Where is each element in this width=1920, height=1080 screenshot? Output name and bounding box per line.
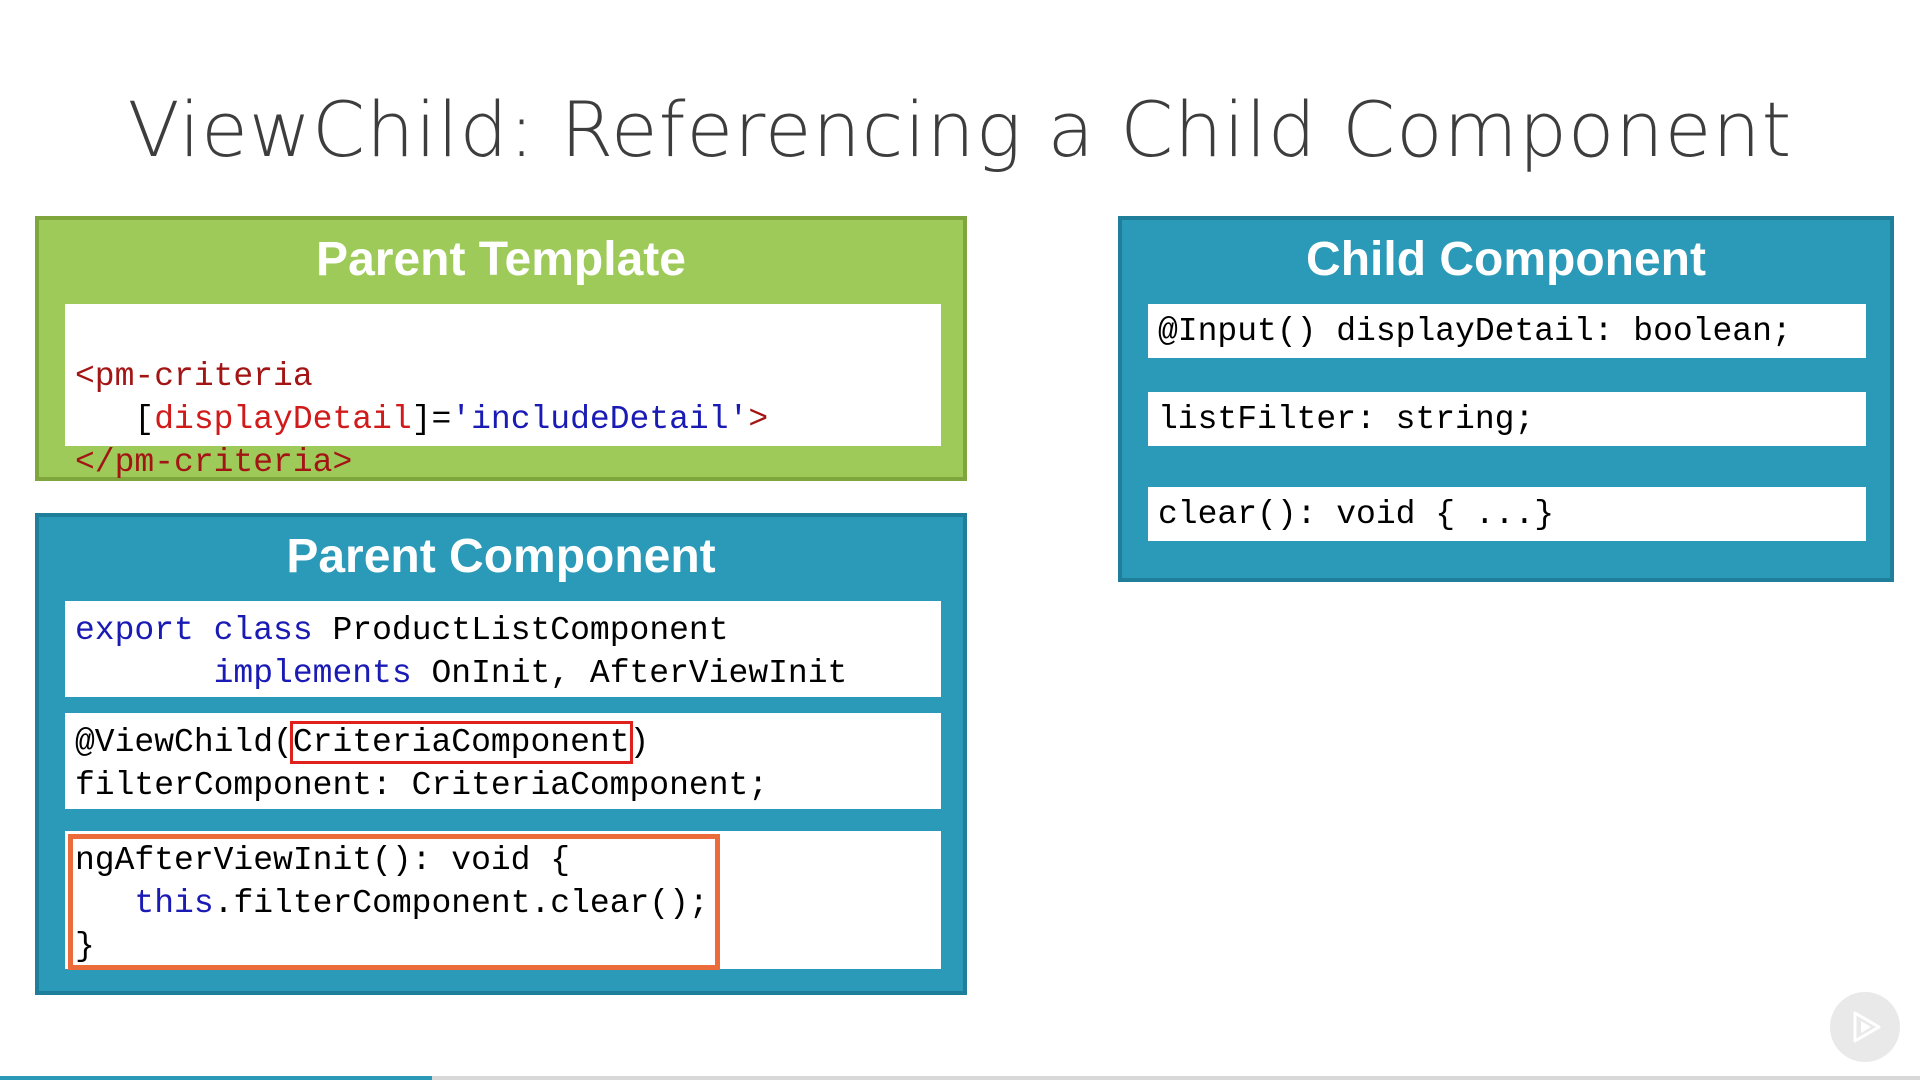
attr-equals: ]=: [411, 401, 452, 438]
ngafterviewinit-highlight-box: [68, 834, 720, 970]
parent-component-heading: Parent Component: [286, 530, 716, 583]
child-component-heading: Child Component: [1306, 233, 1706, 286]
input-display-detail: @Input() displayDetail: boolean;: [1158, 313, 1792, 350]
parent-template-panel: Parent Template <pm-criteria [displayDet…: [35, 216, 967, 481]
viewchild-close-paren: ): [629, 724, 650, 761]
class-declaration-code: export class ProductListComponent implem…: [65, 601, 941, 697]
interfaces: OnInit, AfterViewInit: [411, 655, 848, 692]
play-button[interactable]: [1830, 992, 1900, 1062]
viewchild-decorator: @ViewChild(: [75, 724, 293, 761]
attr-indent: [: [75, 401, 155, 438]
parent-component-panel: Parent Component export class ProductLis…: [35, 513, 967, 995]
class-keyword: class: [213, 612, 313, 649]
child-listfilter-line: listFilter: string;: [1148, 392, 1866, 446]
tag-open: <pm-criteria: [75, 358, 313, 395]
list-filter-declaration: listFilter: string;: [1158, 401, 1535, 438]
attr-value: 'includeDetail': [451, 401, 749, 438]
parent-template-code: <pm-criteria [displayDetail]='includeDet…: [65, 304, 941, 481]
parent-template-heading: Parent Template: [316, 233, 686, 286]
play-icon: [1853, 1011, 1881, 1043]
criteria-component-highlight: CriteriaComponent: [289, 721, 633, 764]
progress-bar-fill: [0, 1076, 432, 1080]
class-name: ProductListComponent: [312, 612, 729, 649]
child-input-line: @Input() displayDetail: boolean;: [1148, 304, 1866, 358]
slide-title: ViewChild: Referencing a Child Component: [127, 85, 1793, 174]
progress-bar[interactable]: [0, 1076, 1920, 1080]
tag-close: </pm-criteria>: [75, 444, 353, 481]
tag-close-bracket: >: [748, 401, 769, 438]
child-component-panel: Child Component @Input() displayDetail: …: [1118, 216, 1894, 582]
child-clear-line: clear(): void { ...}: [1148, 487, 1866, 541]
filter-component-declaration: filterComponent: CriteriaComponent;: [75, 767, 769, 804]
viewchild-code: @ViewChild(CriteriaComponent) filterComp…: [65, 713, 941, 809]
implements-keyword: implements: [213, 655, 412, 692]
clear-method: clear(): void { ...}: [1158, 496, 1555, 533]
export-keyword: export: [75, 612, 194, 649]
attr-name: displayDetail: [154, 401, 412, 438]
